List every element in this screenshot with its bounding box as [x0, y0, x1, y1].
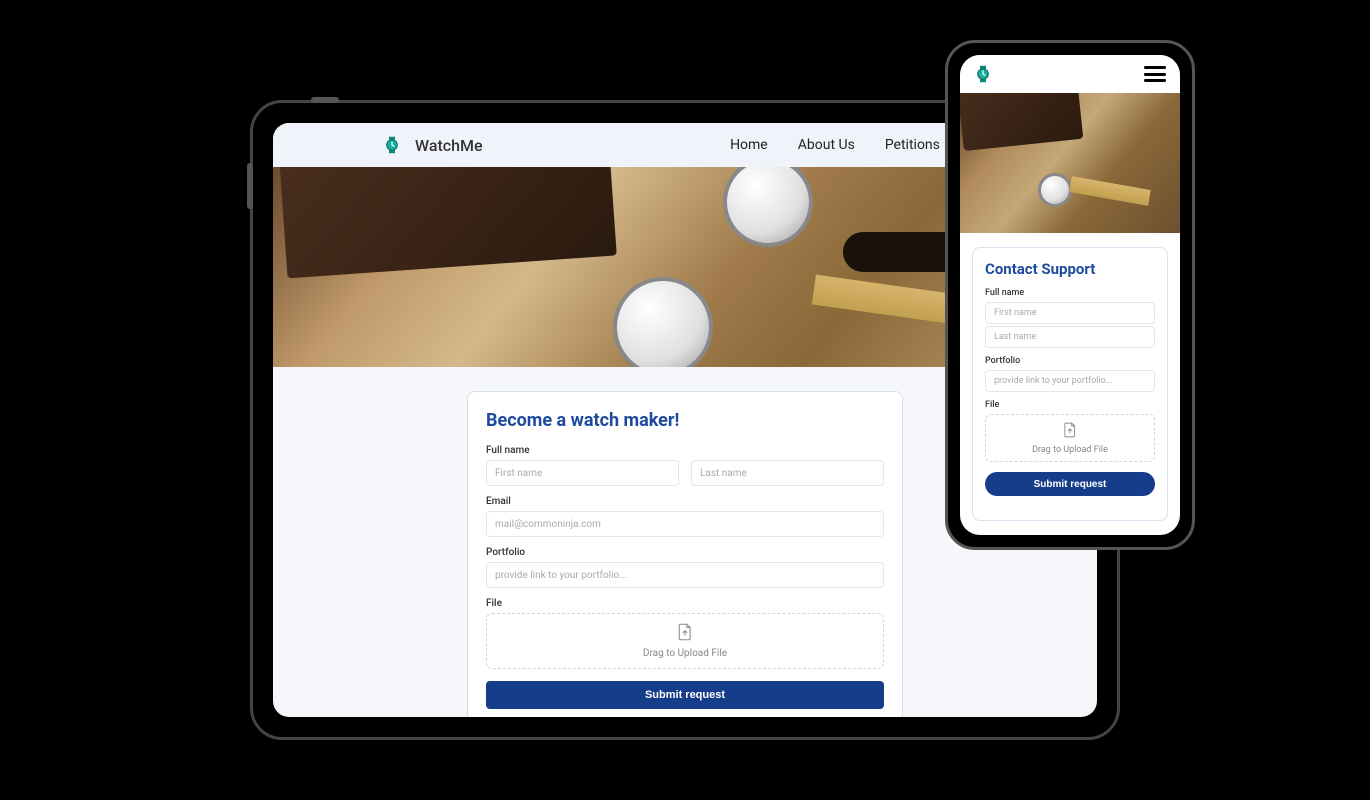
first-name-input[interactable]: First name — [486, 460, 679, 486]
file-dropzone[interactable]: Drag to Upload File — [985, 414, 1155, 462]
contact-form-card: Contact Support Full name First name Las… — [972, 247, 1168, 521]
tablet-volume-button — [247, 163, 253, 209]
first-name-input[interactable]: First name — [985, 302, 1155, 324]
portfolio-input[interactable]: provide link to your portfolio... — [486, 562, 884, 588]
submit-button[interactable]: Submit request — [985, 472, 1155, 496]
hamburger-menu-icon[interactable] — [1144, 66, 1166, 82]
label-portfolio: Portfolio — [985, 356, 1155, 366]
hero-wood-block — [960, 93, 1083, 151]
label-portfolio: Portfolio — [486, 547, 884, 558]
upload-icon — [677, 623, 693, 644]
signup-form-card: Become a watch maker! Full name First na… — [467, 391, 903, 717]
dropzone-text: Drag to Upload File — [1032, 445, 1108, 455]
last-name-input[interactable]: Last name — [691, 460, 884, 486]
brand-name: WatchMe — [415, 136, 483, 155]
phone-device: Contact Support Full name First name Las… — [945, 40, 1195, 550]
label-fullname: Full name — [486, 445, 884, 456]
nav-home[interactable]: Home — [730, 137, 768, 153]
portfolio-input[interactable]: provide link to your portfolio... — [985, 370, 1155, 392]
hero-pocketwatch — [1038, 173, 1072, 207]
tablet-power-button — [311, 97, 339, 103]
label-file: File — [486, 598, 884, 609]
phone-header — [960, 55, 1180, 93]
nav-petitions[interactable]: Petitions — [885, 137, 940, 153]
hero-pocketwatch-1 — [613, 277, 713, 367]
file-dropzone[interactable]: Drag to Upload File — [486, 613, 884, 669]
form-title: Become a watch maker! — [486, 410, 884, 431]
hero-ruler — [1069, 176, 1151, 206]
hero-wood-block — [279, 167, 617, 278]
watch-icon[interactable] — [974, 65, 992, 83]
hero-pocketwatch-2 — [723, 167, 813, 247]
brand-logo[interactable]: WatchMe — [383, 136, 483, 155]
form-title: Contact Support — [985, 260, 1155, 278]
email-input[interactable]: mail@commoninja.com — [486, 511, 884, 537]
watch-icon — [383, 136, 401, 154]
submit-button[interactable]: Submit request — [486, 681, 884, 709]
phone-screen: Contact Support Full name First name Las… — [960, 55, 1180, 535]
label-fullname: Full name — [985, 288, 1155, 298]
upload-icon — [1063, 422, 1077, 441]
label-file: File — [985, 400, 1155, 410]
label-email: Email — [486, 496, 884, 507]
dropzone-text: Drag to Upload File — [643, 648, 727, 659]
last-name-input[interactable]: Last name — [985, 326, 1155, 348]
nav-about[interactable]: About Us — [798, 137, 855, 153]
phone-hero-image — [960, 93, 1180, 233]
